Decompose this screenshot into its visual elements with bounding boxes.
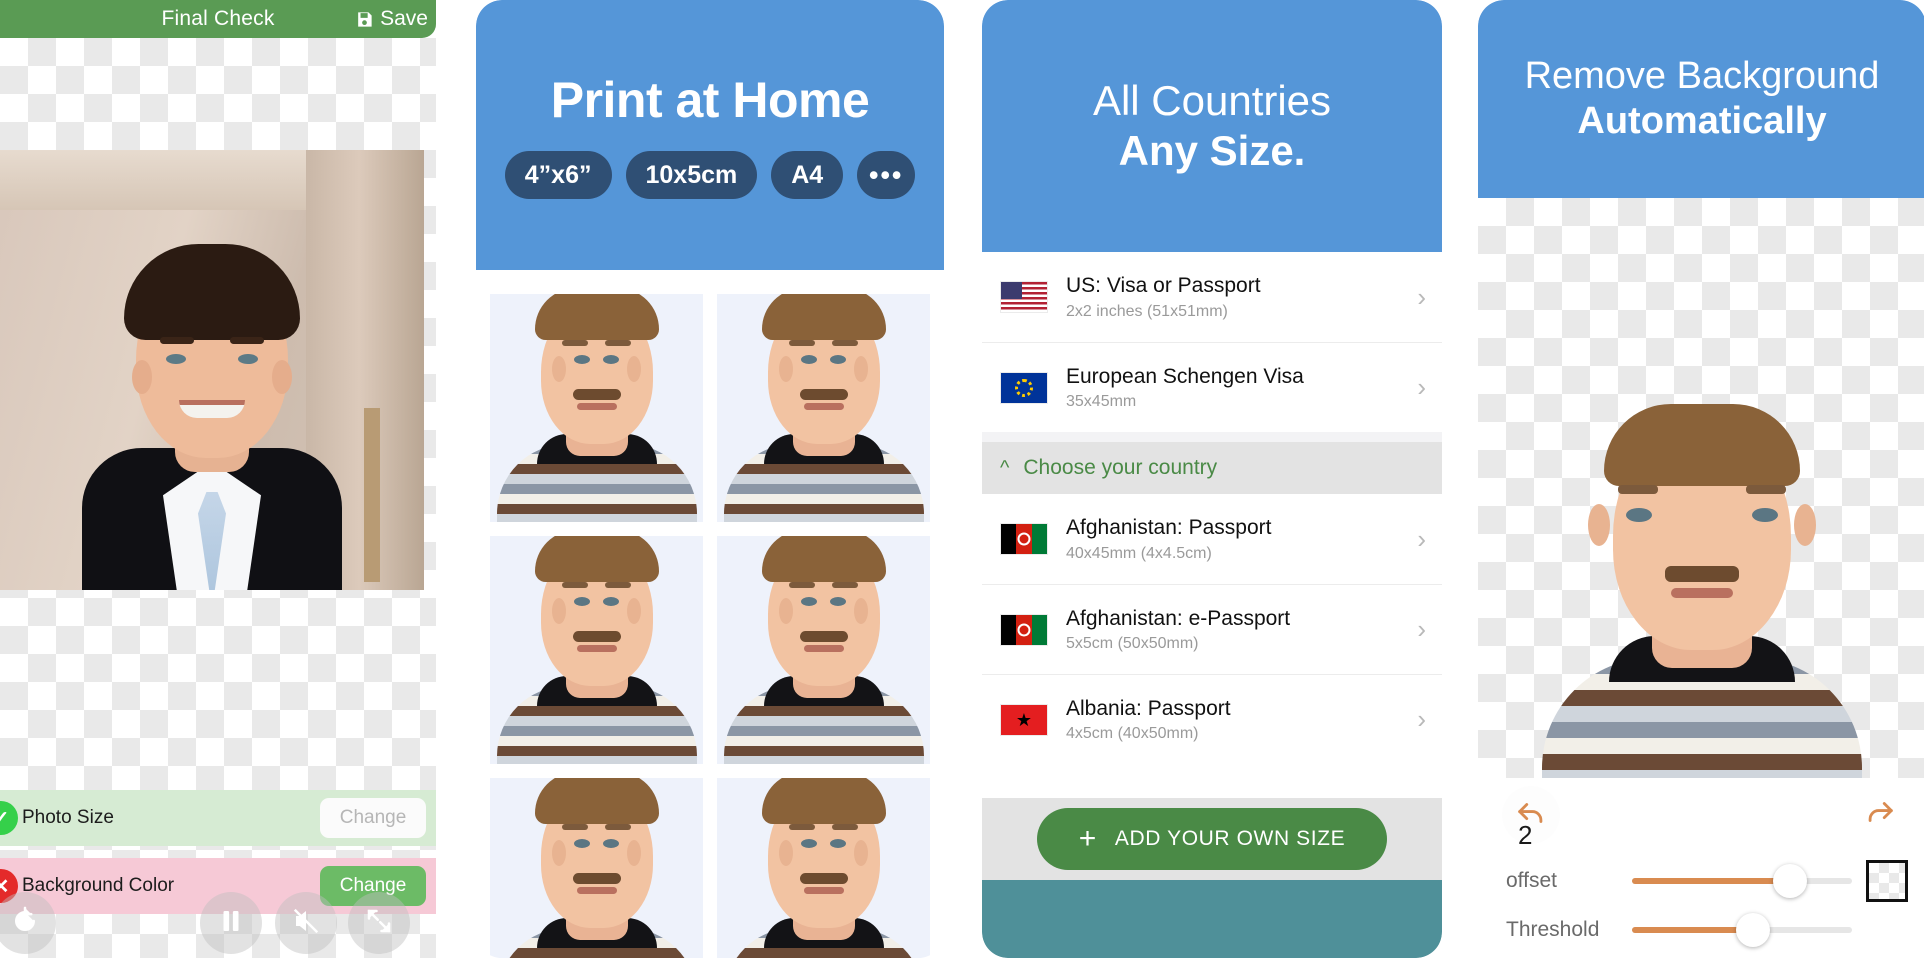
af-flag-icon (1000, 523, 1048, 555)
af-flag-icon (1000, 613, 1048, 646)
app-screenshot: Final Check Save ✓ Photo Size Change ✕ B… (0, 0, 1924, 958)
size-pill-4x6[interactable]: 4”x6” (504, 151, 612, 199)
replay-icon (10, 906, 40, 941)
country-size: 4x5cm (40x50mm) (1066, 725, 1199, 743)
printed-photo-grid (476, 276, 944, 958)
passport-photo-cell[interactable] (717, 536, 930, 764)
pause-icon (216, 906, 246, 941)
country-row-afghanistan-passport[interactable]: Afghanistan: Passport 40x45mm (4x4.5cm) … (982, 494, 1442, 584)
offset-slider[interactable] (1632, 864, 1852, 898)
choose-your-country-toggle[interactable]: ^ Choose your country (982, 432, 1442, 494)
panel-remove-background: Remove Background Automatically 2 offset… (1478, 0, 1924, 958)
speaker-muted-icon (291, 906, 321, 941)
country-size: 35x45mm (1066, 393, 1137, 411)
offset-slider-label: offset (1506, 869, 1557, 892)
save-button[interactable]: Save (355, 0, 428, 38)
size-pill-more[interactable]: ••• (857, 151, 916, 199)
al-flag-icon: ★ (1000, 703, 1048, 736)
chevron-up-icon: ^ (1000, 456, 1010, 479)
hero-line-2: Automatically (1577, 100, 1827, 142)
add-button-label: ADD YOUR OWN SIZE (1114, 827, 1346, 850)
country-name: Afghanistan: Passport (1066, 516, 1272, 540)
country-name: US: Visa or Passport (1066, 274, 1261, 298)
save-label: Save (380, 7, 428, 30)
hero-title: Print at Home (550, 72, 870, 128)
background-edit-controls: 2 offset Threshold (1478, 778, 1924, 958)
hero-line-1: All Countries (1092, 77, 1332, 124)
passport-photo-cell[interactable] (490, 778, 703, 958)
country-row-afghanistan-epassport[interactable]: Afghanistan: e-Passport 5x5cm (50x50mm) … (982, 584, 1442, 674)
country-size: 2x2 inches (51x51mm) (1066, 302, 1228, 320)
us-flag-icon (1000, 281, 1048, 313)
country-size: 5x5cm (50x50mm) (1066, 635, 1199, 653)
passport-photo-cell[interactable] (717, 294, 930, 522)
remove-background-hero: Remove Background Automatically (1478, 0, 1924, 198)
cutout-photo (1478, 258, 1924, 778)
offset-slider-thumb[interactable] (1773, 864, 1808, 898)
add-your-own-size-button[interactable]: + ADD YOUR OWN SIZE (1036, 808, 1388, 870)
panel-footer (982, 880, 1442, 958)
country-row-us[interactable]: US: Visa or Passport 2x2 inches (51x51mm… (982, 252, 1442, 342)
change-photo-size-button[interactable]: Change (320, 798, 426, 838)
plus-icon: + (1078, 822, 1097, 855)
size-pill-a4[interactable]: A4 (771, 151, 844, 199)
final-check-header: Final Check Save (0, 0, 436, 38)
chevron-right-icon: › (1417, 523, 1426, 554)
offset-slider-row: offset (1506, 860, 1908, 902)
check-row-label: Photo Size (22, 807, 114, 828)
fullscreen-icon (364, 906, 394, 941)
floppy-disk-icon (355, 10, 374, 29)
hero-line-2: Any Size. (1118, 127, 1306, 174)
check-row-label: Background Color (22, 875, 175, 896)
panel-all-countries: All Countries Any Size. US: Visa or Pass… (982, 0, 1442, 958)
passport-photo-cell[interactable] (490, 536, 703, 764)
all-countries-hero: All Countries Any Size. (982, 0, 1442, 252)
redo-arrow-icon (1863, 795, 1897, 834)
choose-country-label: Choose your country (1023, 456, 1218, 479)
threshold-slider-thumb[interactable] (1736, 913, 1770, 947)
final-check-photo (0, 150, 424, 590)
threshold-slider-row: Threshold (1506, 913, 1908, 947)
transparent-swatch[interactable] (1866, 860, 1908, 902)
print-at-home-hero: Print at Home 4”x6” 10x5cm A4 ••• (476, 0, 944, 270)
threshold-slider-label: Threshold (1506, 918, 1600, 941)
chevron-right-icon: › (1417, 704, 1426, 734)
chevron-right-icon: › (1417, 281, 1426, 312)
country-name: Afghanistan: e-Passport (1066, 606, 1291, 630)
country-row-schengen[interactable]: European Schengen Visa 35x45mm › (982, 342, 1442, 432)
country-row-albania-passport[interactable]: ★ Albania: Passport 4x5cm (40x50mm) › (982, 674, 1442, 764)
country-list: US: Visa or Passport 2x2 inches (51x51mm… (982, 252, 1442, 798)
check-row-photo-size[interactable]: ✓ Photo Size Change (0, 790, 436, 846)
threshold-slider[interactable] (1632, 913, 1852, 947)
passport-photo-cell[interactable] (490, 294, 703, 522)
fullscreen-button[interactable] (348, 892, 410, 954)
redo-button[interactable] (1854, 788, 1906, 840)
panel-final-check: Final Check Save ✓ Photo Size Change ✕ B… (0, 0, 436, 958)
undo-count: 2 (1518, 820, 1533, 850)
eu-flag-icon (1000, 371, 1048, 404)
hero-line-1: Remove Background (1524, 55, 1880, 97)
size-pill-group: 4”x6” 10x5cm A4 ••• (504, 151, 916, 199)
page-title: Final Check (161, 7, 275, 30)
passport-photo-cell[interactable] (717, 778, 930, 958)
country-size: 40x45mm (4x4.5cm) (1066, 544, 1212, 562)
chevron-right-icon: › (1417, 372, 1426, 402)
country-name: European Schengen Visa (1066, 364, 1304, 388)
size-pill-10x5cm[interactable]: 10x5cm (625, 151, 758, 199)
chevron-right-icon: › (1417, 614, 1426, 644)
pause-button[interactable] (200, 892, 262, 954)
remove-background-canvas[interactable] (1478, 198, 1924, 778)
add-size-bar: + ADD YOUR OWN SIZE (982, 798, 1442, 880)
mute-button[interactable] (275, 892, 337, 954)
panel-print-at-home: Print at Home 4”x6” 10x5cm A4 ••• (476, 0, 944, 958)
country-name: Albania: Passport (1066, 696, 1231, 720)
check-circle-icon: ✓ (0, 801, 18, 835)
